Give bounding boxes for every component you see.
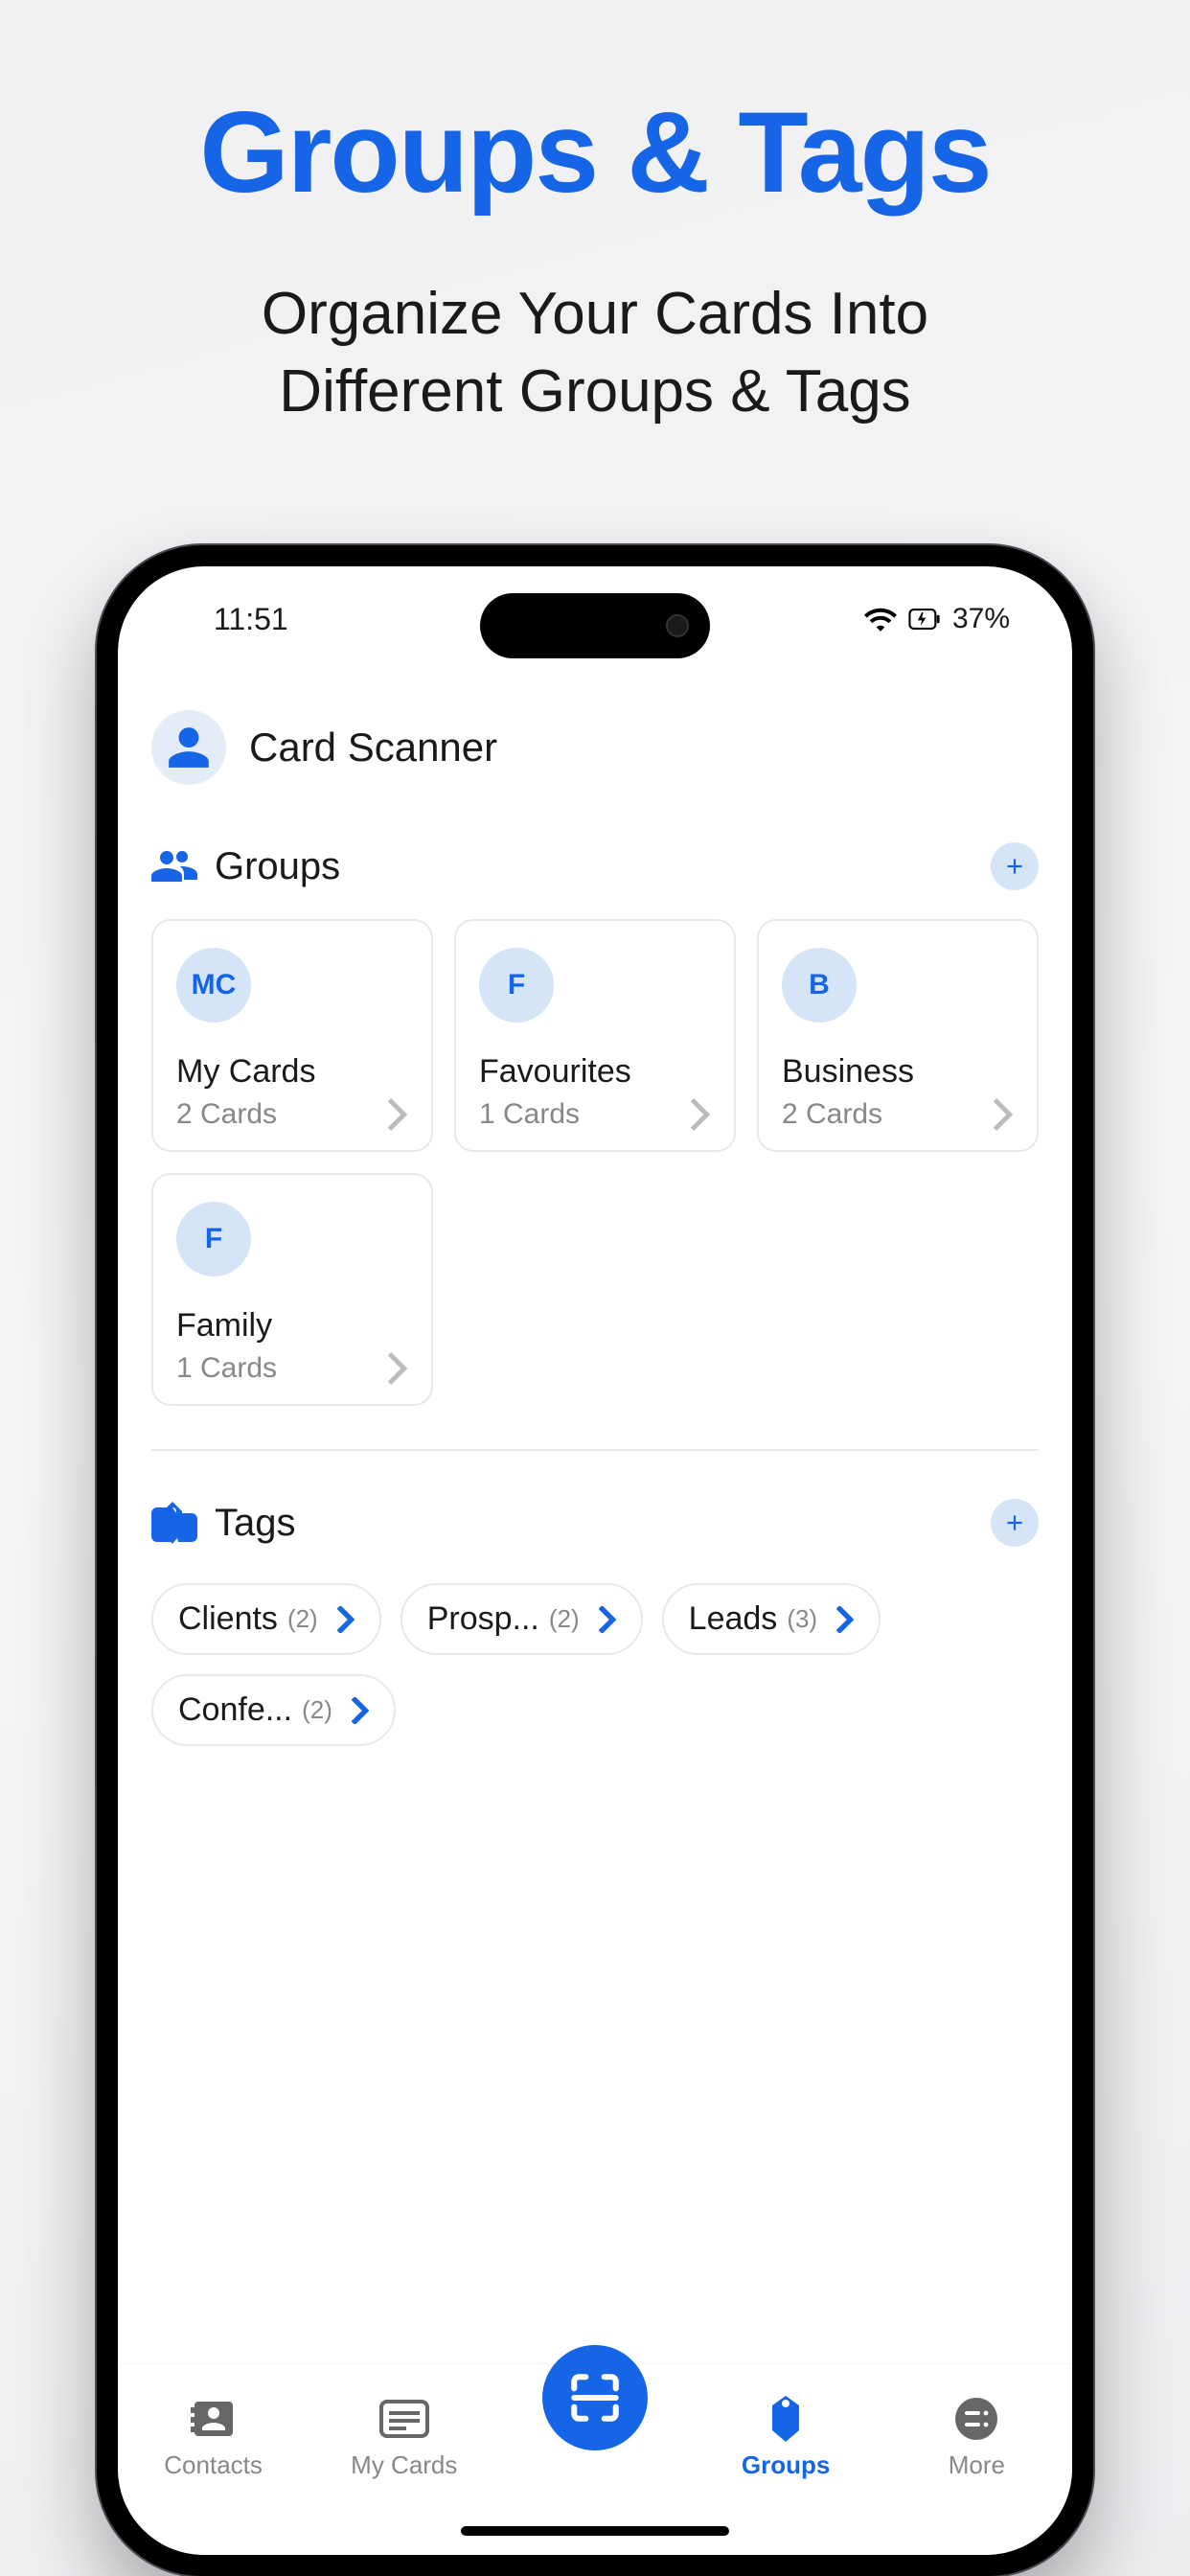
- camera-dot: [666, 614, 689, 637]
- tag-name: Clients: [178, 1600, 278, 1638]
- groups-nav-icon: [765, 2396, 807, 2442]
- plus-icon: [1002, 1510, 1027, 1535]
- battery-icon: [908, 607, 941, 632]
- groups-section-header: Groups: [151, 823, 1039, 909]
- chevron-right-icon: [387, 1352, 408, 1385]
- group-badge: MC: [176, 948, 251, 1023]
- group-badge: F: [479, 948, 554, 1023]
- more-icon: [953, 2396, 999, 2442]
- scan-button[interactable]: [542, 2345, 648, 2450]
- phone-screen: 11:51 37% Card Scanner Groups: [118, 566, 1072, 2555]
- tag-chip-leads[interactable]: Leads (3): [662, 1583, 881, 1655]
- app-title: Card Scanner: [249, 724, 497, 770]
- group-name: Business: [782, 1053, 1014, 1091]
- dynamic-island: [480, 593, 710, 658]
- battery-percent: 37%: [952, 603, 1010, 635]
- tag-chip-prospects[interactable]: Prosp... (2): [400, 1583, 643, 1655]
- chevron-right-icon: [387, 1098, 408, 1131]
- app-header: Card Scanner: [151, 691, 1039, 823]
- tag-name: Confe...: [178, 1691, 292, 1729]
- phone-frame: 11:51 37% Card Scanner Groups: [97, 545, 1093, 2576]
- group-card-family[interactable]: F Family 1 Cards: [151, 1173, 433, 1406]
- chevron-right-icon: [599, 1606, 616, 1633]
- group-count: 2 Cards: [176, 1098, 277, 1131]
- promo-subtitle-line1: Organize Your Cards Into: [262, 276, 928, 354]
- group-count: 1 Cards: [176, 1352, 277, 1385]
- tag-count: (2): [287, 1604, 318, 1634]
- nav-more[interactable]: More: [904, 2393, 1048, 2480]
- chevron-right-icon: [836, 1606, 854, 1633]
- tag-count: (2): [549, 1604, 580, 1634]
- cards-icon: [379, 2400, 429, 2438]
- nav-label: Contacts: [164, 2450, 263, 2480]
- nav-label: Groups: [742, 2450, 830, 2480]
- groups-grid: MC My Cards 2 Cards F Favourites 1 Cards: [151, 919, 1039, 1406]
- person-icon: [165, 724, 213, 771]
- chevron-right-icon: [993, 1098, 1014, 1131]
- group-card-favourites[interactable]: F Favourites 1 Cards: [454, 919, 736, 1152]
- group-card-mycards[interactable]: MC My Cards 2 Cards: [151, 919, 433, 1152]
- groups-title: Groups: [215, 845, 340, 888]
- nav-mycards[interactable]: My Cards: [332, 2393, 476, 2480]
- divider: [151, 1449, 1039, 1451]
- group-badge: F: [176, 1202, 251, 1276]
- tags-section-header: Tags: [151, 1480, 1039, 1566]
- group-name: My Cards: [176, 1053, 408, 1091]
- tags-title: Tags: [215, 1502, 296, 1545]
- home-indicator[interactable]: [461, 2526, 729, 2536]
- groups-icon: [151, 847, 197, 886]
- tag-chip-clients[interactable]: Clients (2): [151, 1583, 381, 1655]
- tag-count: (3): [787, 1604, 817, 1634]
- avatar[interactable]: [151, 710, 226, 785]
- group-card-business[interactable]: B Business 2 Cards: [757, 919, 1039, 1152]
- nav-scan[interactable]: [523, 2393, 667, 2450]
- nav-label: More: [949, 2450, 1005, 2480]
- nav-groups[interactable]: Groups: [714, 2393, 858, 2480]
- tag-name: Leads: [689, 1600, 778, 1638]
- plus-icon: [1002, 854, 1027, 879]
- tags-icon: [151, 1502, 197, 1544]
- wifi-icon: [864, 607, 897, 632]
- scan-icon: [567, 2370, 623, 2426]
- nav-label: My Cards: [351, 2450, 457, 2480]
- chevron-right-icon: [337, 1606, 355, 1633]
- promo-subtitle: Organize Your Cards Into Different Group…: [262, 276, 928, 430]
- nav-contacts[interactable]: Contacts: [142, 2393, 286, 2480]
- status-indicators: 37%: [864, 603, 1010, 635]
- chevron-right-icon: [352, 1697, 369, 1724]
- add-group-button[interactable]: [991, 842, 1039, 890]
- promo-title: Groups & Tags: [199, 86, 990, 218]
- promo-subtitle-line2: Different Groups & Tags: [262, 354, 928, 431]
- status-time: 11:51: [214, 602, 288, 637]
- chevron-right-icon: [690, 1098, 711, 1131]
- tags-row: Clients (2) Prosp... (2) Leads (3) Confe…: [151, 1583, 1039, 1746]
- group-count: 1 Cards: [479, 1098, 580, 1131]
- group-count: 2 Cards: [782, 1098, 882, 1131]
- app-content: Card Scanner Groups MC My Cards 2 Card: [118, 691, 1072, 2555]
- tag-chip-conference[interactable]: Confe... (2): [151, 1674, 396, 1746]
- tag-count: (2): [302, 1695, 332, 1725]
- group-name: Favourites: [479, 1053, 711, 1091]
- contacts-icon: [191, 2396, 237, 2442]
- group-name: Family: [176, 1307, 408, 1345]
- add-tag-button[interactable]: [991, 1499, 1039, 1547]
- tag-name: Prosp...: [427, 1600, 539, 1638]
- group-badge: B: [782, 948, 857, 1023]
